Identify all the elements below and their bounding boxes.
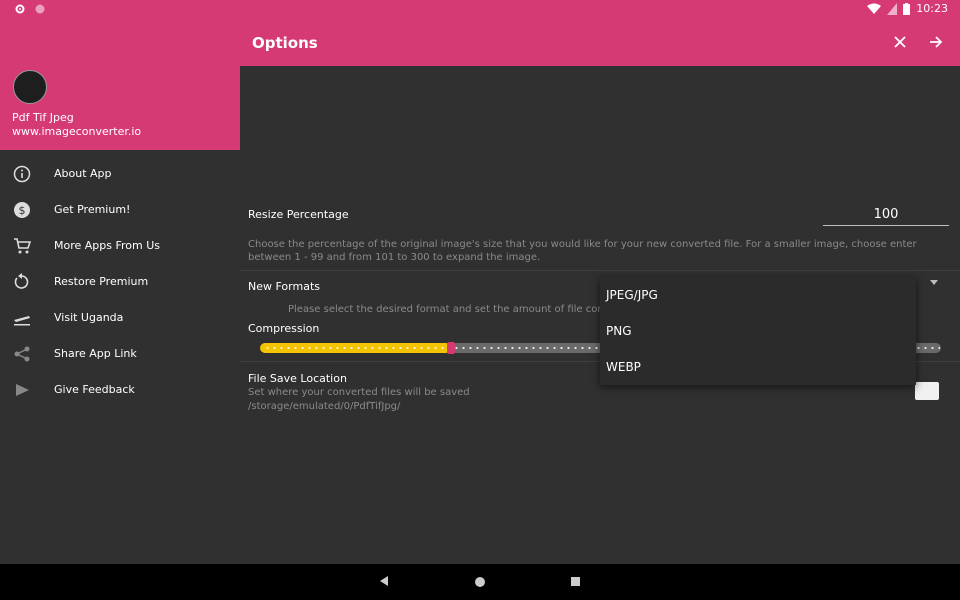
battery-icon bbox=[903, 2, 911, 15]
menu-item-webp[interactable]: WEBP bbox=[606, 360, 641, 374]
menu-item-jpeg[interactable]: JPEG/JPG bbox=[606, 288, 658, 302]
close-icon[interactable] bbox=[892, 34, 908, 50]
send-icon bbox=[16, 384, 29, 396]
recents-icon[interactable] bbox=[571, 577, 580, 586]
divider bbox=[240, 270, 960, 271]
arrow-right-icon[interactable] bbox=[928, 34, 944, 50]
sidebar-item-about-app[interactable]: About App bbox=[0, 156, 240, 192]
dropdown-arrow-icon[interactable] bbox=[930, 280, 938, 285]
sidebar-item-get-premium[interactable]: $ Get Premium! bbox=[0, 192, 240, 228]
format-dropdown-menu: JPEG/JPG PNG WEBP bbox=[600, 277, 916, 385]
home-icon[interactable] bbox=[475, 577, 485, 587]
sidebar-item-give-feedback[interactable]: Give Feedback bbox=[0, 372, 240, 408]
app-website: www.imageconverter.io bbox=[12, 125, 142, 138]
compression-label: Compression bbox=[248, 322, 320, 335]
sidebar-item-label: Get Premium! bbox=[54, 203, 131, 216]
sidebar-item-share-app[interactable]: Share App Link bbox=[0, 336, 240, 372]
dollar-icon: $ bbox=[14, 202, 30, 218]
save-path: /storage/emulated/0/PdfTifJpg/ bbox=[248, 401, 401, 412]
cart-icon bbox=[14, 238, 31, 254]
app-bar: Options bbox=[240, 18, 960, 66]
notification-dot-icon bbox=[35, 4, 45, 14]
signal-icon bbox=[887, 2, 898, 15]
sidebar-item-label: Give Feedback bbox=[54, 383, 135, 396]
formats-help-text: Please select the desired format and set… bbox=[288, 304, 600, 315]
resize-percentage-label: Resize Percentage bbox=[248, 208, 349, 221]
save-help-text: Set where your converted files will be s… bbox=[248, 387, 470, 398]
status-time: 10:23 bbox=[916, 2, 948, 15]
navigation-drawer: Pdf Tif Jpeg www.imageconverter.io About… bbox=[0, 18, 241, 564]
resize-help-text: Choose the percentage of the original im… bbox=[248, 239, 917, 263]
restore-icon bbox=[14, 273, 29, 289]
sidebar-item-more-apps[interactable]: More Apps From Us bbox=[0, 228, 240, 264]
sidebar-item-label: Share App Link bbox=[54, 347, 137, 360]
slider-thumb[interactable] bbox=[447, 342, 455, 354]
file-save-location-label: File Save Location bbox=[248, 372, 347, 385]
drawer-header: Pdf Tif Jpeg www.imageconverter.io bbox=[0, 18, 240, 150]
sidebar-item-label: About App bbox=[54, 167, 112, 180]
sidebar-item-label: Restore Premium bbox=[54, 275, 149, 288]
sidebar-item-label: More Apps From Us bbox=[54, 239, 161, 252]
page-title: Options bbox=[252, 34, 318, 52]
app-name: Pdf Tif Jpeg bbox=[12, 111, 74, 124]
menu-item-png[interactable]: PNG bbox=[606, 324, 632, 338]
resize-percentage-input[interactable]: 100 bbox=[823, 205, 949, 226]
gear-icon bbox=[15, 4, 25, 14]
folder-icon[interactable] bbox=[915, 382, 939, 400]
sidebar-item-visit-uganda[interactable]: Visit Uganda bbox=[0, 300, 240, 336]
svg-text:$: $ bbox=[19, 204, 26, 217]
back-icon[interactable] bbox=[380, 576, 388, 586]
status-bar: 10:23 bbox=[0, 0, 960, 18]
share-icon bbox=[14, 346, 30, 362]
info-icon bbox=[13, 165, 31, 183]
new-formats-label: New Formats bbox=[248, 280, 320, 293]
wifi-icon bbox=[867, 3, 882, 14]
plane-icon bbox=[14, 316, 30, 326]
app-logo-icon bbox=[13, 70, 47, 104]
sidebar-item-restore-premium[interactable]: Restore Premium bbox=[0, 264, 240, 300]
sidebar-item-label: Visit Uganda bbox=[54, 311, 124, 324]
